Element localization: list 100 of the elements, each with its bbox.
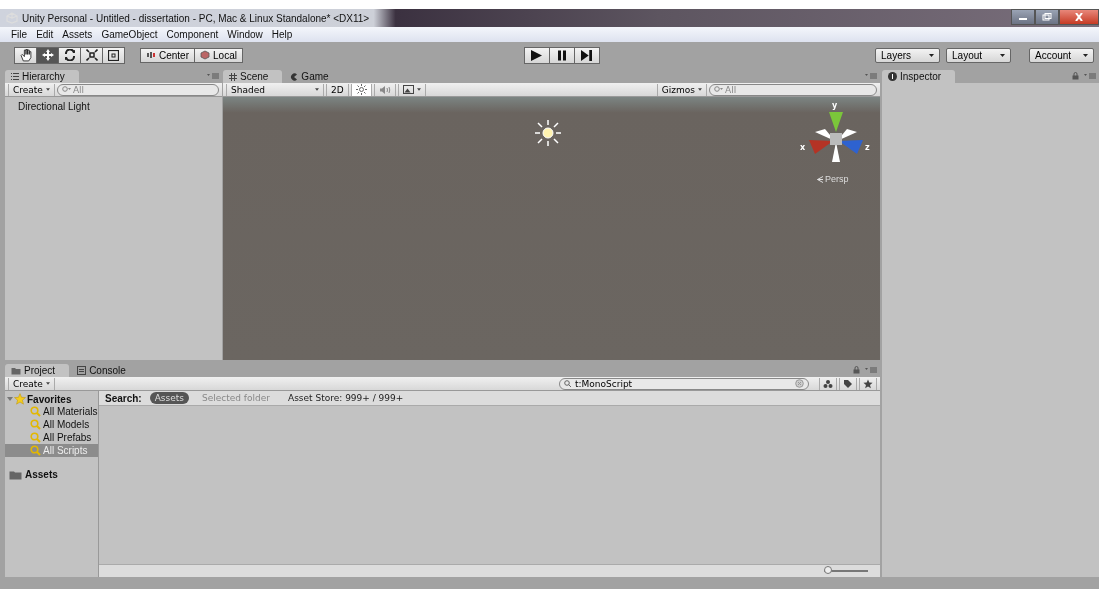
scale-tool-button[interactable] [80, 46, 103, 64]
maximize-button[interactable] [1035, 9, 1059, 25]
favorite-search-item[interactable]: All Models [5, 418, 98, 431]
favorite-search-item[interactable]: All Materials [5, 405, 98, 418]
move-arrows-icon [41, 49, 54, 61]
folder-label[interactable]: Assets [25, 469, 58, 480]
dropdown-button[interactable]: Layout [946, 47, 1011, 63]
axis-label: x [800, 143, 806, 152]
console-icon [77, 366, 87, 375]
window-title: Unity Personal - Untitled - dissertation - PC, Mac & Linux Standalone* <DX11> [22, 12, 370, 24]
create-dropdown[interactable]: Create [8, 377, 55, 390]
star-icon [863, 378, 873, 389]
search-icon [61, 86, 71, 93]
play-button[interactable] [523, 46, 550, 64]
pause-icon [557, 49, 566, 61]
search-icon [30, 419, 41, 430]
slider-thumb[interactable] [824, 566, 832, 574]
menu-item[interactable]: Edit [36, 29, 54, 40]
pause-button[interactable] [548, 46, 575, 64]
list-icon [11, 73, 19, 80]
axis-label: y [832, 101, 838, 110]
image-icon [402, 85, 414, 94]
2d-toggle[interactable]: 2D [326, 83, 349, 96]
type-filter-button[interactable] [819, 377, 837, 390]
project-tab[interactable]: Project [5, 364, 70, 377]
move-tool-button[interactable] [36, 46, 59, 64]
axis-label: z [865, 143, 870, 152]
favorite-search-item[interactable]: All Prefabs [5, 431, 98, 444]
caret-icon [1000, 53, 1005, 57]
restore-icon [1042, 13, 1052, 21]
caret-icon [45, 382, 50, 385]
hierarchy-item[interactable]: Directional Light [5, 97, 222, 116]
search-icon [30, 406, 41, 417]
caret-icon [315, 88, 319, 91]
info-icon [888, 72, 897, 81]
step-icon [581, 49, 593, 61]
search-field[interactable]: All [56, 83, 219, 96]
close-button[interactable] [1059, 9, 1099, 25]
step-button[interactable] [573, 46, 600, 64]
pacman-icon [290, 72, 299, 81]
hierarchy-tab[interactable]: Hierarchy [5, 70, 79, 83]
favorite-button[interactable] [859, 377, 877, 390]
search-field[interactable]: All [709, 83, 877, 96]
effects-dropdown[interactable] [397, 83, 426, 96]
game-tab[interactable]: Game [284, 70, 343, 83]
asset-store-button[interactable]: Asset Store: 999+ / 999+ [283, 392, 409, 404]
label-filter-button[interactable] [839, 377, 857, 390]
search-icon [30, 432, 41, 443]
scene-viewport[interactable]: y x z Persp [223, 97, 880, 360]
cube-icon [200, 50, 210, 60]
search-scope-button[interactable]: Assets [149, 392, 189, 404]
search-field[interactable]: t:MonoScript [559, 377, 809, 390]
create-dropdown[interactable]: Create [8, 83, 55, 96]
speaker-icon [378, 84, 391, 95]
scale-icon [85, 49, 98, 61]
tag-icon [843, 378, 853, 389]
hand-icon [19, 48, 32, 62]
menu-item[interactable]: Component [166, 29, 219, 40]
scene-tab[interactable]: Scene [223, 70, 283, 83]
rotate-tool-button[interactable] [58, 46, 81, 64]
favorites-label[interactable]: Favorites [27, 393, 72, 405]
menu-item[interactable]: Help [271, 29, 293, 40]
rotate-icon [63, 49, 76, 61]
shading-dropdown[interactable]: Shaded [226, 83, 324, 96]
lock-icon[interactable] [1072, 71, 1079, 80]
caret-icon [929, 53, 934, 57]
lock-icon[interactable] [853, 365, 860, 374]
space-button[interactable]: Local [194, 47, 243, 63]
gizmos-dropdown[interactable]: Gizmos [656, 83, 707, 96]
caret-icon [698, 88, 702, 91]
projection-label[interactable]: Persp [825, 174, 849, 184]
close-icon [1074, 13, 1084, 21]
menu-item[interactable]: GameObject [101, 29, 158, 40]
menu-item[interactable]: Assets [62, 29, 93, 40]
console-tab[interactable]: Console [71, 364, 140, 377]
orientation-gizmo-drawing[interactable] [809, 112, 863, 162]
hand-tool-button[interactable] [14, 46, 37, 64]
dropdown-button[interactable]: Layers [875, 47, 940, 63]
inspector-tab[interactable]: Inspector [882, 70, 956, 83]
search-icon [30, 445, 41, 456]
caret-icon [1083, 53, 1088, 57]
rect-tool-icon [108, 49, 119, 61]
perspective-icon [817, 175, 823, 183]
caret-icon [45, 88, 50, 91]
search-icon [714, 86, 723, 93]
search-icon [564, 380, 571, 387]
menu-item[interactable]: Window [227, 29, 263, 40]
play-icon [531, 49, 543, 61]
shapes-icon [823, 378, 833, 389]
lighting-toggle[interactable] [350, 83, 372, 96]
minimize-button[interactable] [1011, 9, 1035, 25]
menu-item[interactable]: File [11, 29, 28, 40]
dropdown-button[interactable]: Account [1029, 47, 1094, 63]
light-icon [534, 119, 562, 147]
pivot-button[interactable]: Center [140, 47, 195, 63]
pivot-icon [146, 51, 156, 59]
audio-toggle[interactable] [373, 83, 396, 96]
star-icon [14, 393, 26, 405]
caret-icon [416, 88, 421, 91]
rect-tool-button[interactable] [102, 46, 125, 64]
